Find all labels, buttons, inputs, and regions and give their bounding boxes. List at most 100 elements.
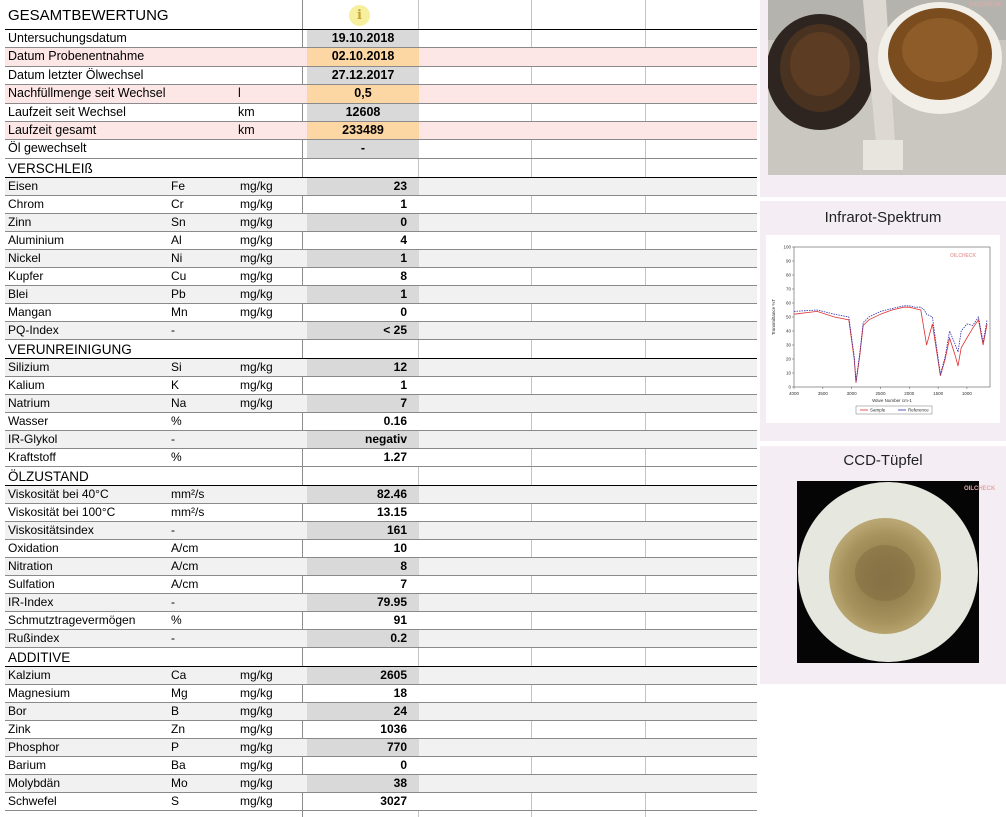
- table-row: Laufzeit seit Wechsel km 12608: [5, 103, 757, 122]
- row-unit: km: [238, 104, 255, 119]
- table-row: Aluminium Al mg/kg 4: [5, 231, 757, 250]
- row-value: < 25: [307, 321, 419, 339]
- y-tick-label: 50: [786, 315, 792, 320]
- row-value: 19.10.2018: [307, 30, 419, 48]
- row-label: Schmutztragevermögen: [8, 612, 136, 627]
- table-row: IR-Index - 79.95: [5, 593, 757, 612]
- row-label: IR-Index: [8, 594, 54, 609]
- row-symbol: %: [171, 449, 182, 464]
- row-unit: [238, 140, 303, 157]
- table-row: Zinn Sn mg/kg 0: [5, 213, 757, 232]
- row-unit: [240, 322, 305, 339]
- row-symbol: Al: [171, 232, 182, 247]
- row-symbol: -: [171, 431, 175, 446]
- table-row: Viskosität bei 40°C mm²/s 82.46: [5, 485, 757, 504]
- row-label: Oxidation: [8, 540, 59, 555]
- row-label: Barium: [8, 757, 47, 772]
- row-symbol: Pb: [171, 286, 186, 301]
- row-unit: [240, 612, 305, 629]
- row-unit: mg/kg: [240, 377, 273, 392]
- legend-label: Sample: [870, 408, 886, 413]
- row-label: Nitration: [8, 558, 53, 573]
- row-value: 18: [307, 684, 419, 702]
- row-value: 1.27: [307, 448, 419, 466]
- ir-spectrum-title: Infrarot-Spektrum: [824, 209, 942, 226]
- row-unit: [240, 540, 305, 557]
- row-label: Eisen: [8, 178, 39, 193]
- table-row: Magnesium Mg mg/kg 18: [5, 684, 757, 703]
- oelzustand-section-title: ÖLZUSTAND: [8, 468, 89, 484]
- info-icon[interactable]: i: [349, 5, 370, 26]
- verschleiss-section-header: VERSCHLEIß: [5, 159, 757, 178]
- row-unit: mg/kg: [240, 739, 273, 754]
- row-symbol: %: [171, 612, 182, 627]
- row-value: 161: [307, 521, 419, 539]
- row-unit: mg/kg: [240, 178, 273, 193]
- row-symbol: mm²/s: [171, 486, 205, 501]
- x-tick-label: 1500: [933, 391, 944, 396]
- table-row: Zink Zn mg/kg 1036: [5, 720, 757, 739]
- gesamt-section-header: GESAMTBEWERTUNG: [5, 0, 757, 30]
- report-table: GESAMTBEWERTUNG Untersuchungsdatum 19.10.2…: [5, 0, 757, 811]
- row-unit: l: [238, 86, 241, 101]
- y-tick-label: 20: [786, 357, 792, 362]
- row-label: Sulfation: [8, 576, 55, 591]
- row-symbol: K: [171, 377, 180, 392]
- table-row: Öl gewechselt -: [5, 140, 757, 159]
- table-row: Natrium Na mg/kg 7: [5, 394, 757, 413]
- watermark: OILCHECK: [964, 486, 996, 492]
- row-unit: [238, 48, 303, 65]
- verschleiss-section-title: VERSCHLEIß: [8, 160, 93, 176]
- table-row: Kalzium Ca mg/kg 2605: [5, 666, 757, 685]
- row-symbol: Cr: [171, 196, 184, 211]
- row-label: Datum letzter Ölwechsel: [8, 67, 144, 82]
- row-unit: [240, 594, 305, 611]
- row-value: 4: [307, 231, 419, 249]
- table-row: Chrom Cr mg/kg 1: [5, 195, 757, 214]
- row-symbol: Sn: [171, 214, 186, 229]
- table-row: Nachfüllmenge seit Wechsel l 0,5: [5, 85, 757, 104]
- row-unit: mg/kg: [240, 395, 273, 410]
- row-symbol: Na: [171, 395, 187, 410]
- row-value: 1: [307, 195, 419, 213]
- row-unit: mg/kg: [240, 757, 273, 772]
- row-value: 3027: [307, 792, 419, 810]
- table-row: Schmutztragevermögen% 91: [5, 611, 757, 630]
- row-unit: mg/kg: [240, 196, 273, 211]
- table-row: Kraftstoff% 1.27: [5, 448, 757, 467]
- row-unit: mg/kg: [240, 250, 273, 265]
- row-unit: mg/kg: [240, 685, 273, 700]
- x-tick-label: 4000: [789, 391, 800, 396]
- ccd-spot-title: CCD-Tüpfel: [843, 452, 923, 469]
- row-label: Viskosität bei 100°C: [8, 504, 116, 519]
- row-unit: mg/kg: [240, 304, 273, 319]
- table-row: Datum Probenentnahme 02.10.2018: [5, 48, 757, 67]
- row-value: 24: [307, 702, 419, 720]
- row-symbol: Ni: [171, 250, 183, 265]
- table-row: Barium Ba mg/kg 0: [5, 756, 757, 775]
- row-symbol: -: [171, 594, 175, 609]
- row-value: 0: [307, 756, 419, 774]
- y-tick-label: 60: [786, 301, 792, 306]
- x-tick-label: 2500: [875, 391, 886, 396]
- row-unit: [240, 431, 305, 448]
- table-row: Rußindex - 0.2: [5, 629, 757, 648]
- row-value: 12: [307, 358, 419, 376]
- row-unit: [240, 413, 305, 430]
- oelzustand-section-header: ÖLZUSTAND: [5, 467, 757, 486]
- x-tick-label: 1000: [962, 391, 973, 396]
- additive-section-title: ADDITIVE: [8, 649, 71, 665]
- row-value: 8: [307, 267, 419, 285]
- oil-sample-photo: [768, 0, 1006, 175]
- row-label: Wasser: [8, 413, 49, 428]
- row-unit: [240, 504, 305, 521]
- x-tick-label: 3000: [847, 391, 858, 396]
- row-value: 7: [307, 394, 419, 412]
- row-label: Laufzeit gesamt: [8, 122, 97, 137]
- ccd-spot-panel: CCD-Tüpfel OILCHECK: [760, 446, 1006, 684]
- row-label: Bor: [8, 703, 27, 718]
- row-value: -: [307, 140, 419, 158]
- row-label: Phosphor: [8, 739, 60, 754]
- row-label: Natrium: [8, 395, 51, 410]
- row-unit: [240, 486, 305, 503]
